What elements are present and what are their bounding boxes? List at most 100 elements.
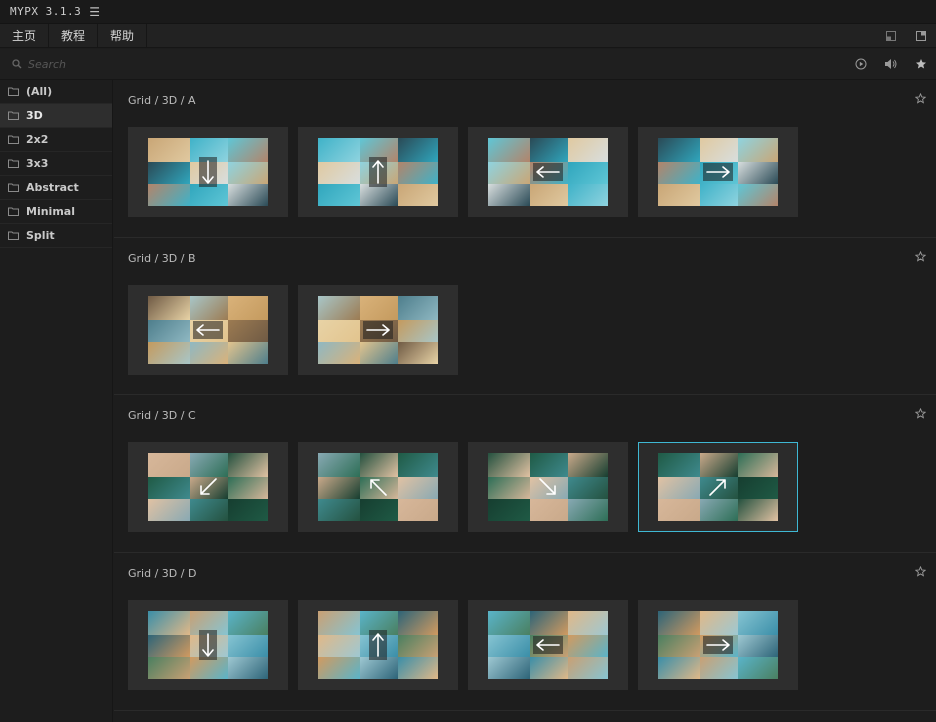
section-favorite-button[interactable] <box>914 250 927 265</box>
preset-thumbnail[interactable] <box>128 442 288 532</box>
preview-tile <box>228 499 268 521</box>
preview-tile <box>228 296 268 320</box>
preview-tile <box>228 635 268 657</box>
folder-icon <box>8 231 19 240</box>
preset-thumbnail[interactable] <box>638 600 798 690</box>
preset-thumbnail[interactable] <box>128 600 288 690</box>
preset-thumbnail[interactable] <box>638 127 798 217</box>
preview-tile <box>318 499 360 521</box>
preview-tile <box>738 184 778 206</box>
popout-panel-icon <box>916 30 926 41</box>
folder-icon <box>8 159 19 168</box>
preview-tile <box>228 138 268 162</box>
favorites-button[interactable] <box>906 49 936 79</box>
direction-overlay <box>533 636 563 654</box>
preview-image <box>658 611 778 679</box>
preset-browser: Grid / 3D / A Grid / 3D / B Grid / 3D / C G… <box>114 80 936 722</box>
preview-tile <box>398 184 438 206</box>
section-favorite-button[interactable] <box>914 407 927 422</box>
direction-overlay <box>703 163 733 181</box>
minimize-panel-icon <box>886 30 896 41</box>
preview-tile <box>228 657 268 679</box>
preset-section: Grid / 3D / C <box>114 395 936 553</box>
preview-image <box>488 453 608 521</box>
preset-thumbnail[interactable] <box>298 127 458 217</box>
preview-tile <box>318 657 360 679</box>
preset-thumbnail[interactable] <box>128 285 288 375</box>
preview-tile <box>700 499 738 521</box>
play-button[interactable] <box>846 49 876 79</box>
folder-icon <box>8 183 19 192</box>
search-icon <box>12 59 22 69</box>
sidebar-item-all[interactable]: (All) <box>0 80 112 104</box>
direction-overlay <box>193 321 223 339</box>
preview-tile <box>568 657 608 679</box>
direction-overlay <box>536 475 560 499</box>
sidebar-item-minimal[interactable]: Minimal <box>0 200 112 224</box>
preview-tile <box>658 138 700 162</box>
preview-tile <box>700 453 738 477</box>
direction-overlay <box>369 157 387 187</box>
section-favorite-button[interactable] <box>914 565 927 580</box>
direction-overlay <box>199 630 217 660</box>
star-outline-icon <box>914 565 927 577</box>
direction-overlay <box>369 630 387 660</box>
preset-thumbnail[interactable] <box>298 600 458 690</box>
menu-item-help[interactable]: 帮助 <box>98 24 148 47</box>
arrow-right-icon <box>366 324 390 336</box>
volume-button[interactable] <box>876 49 906 79</box>
preview-tile <box>568 635 608 657</box>
search-input[interactable] <box>28 57 328 71</box>
direction-overlay <box>533 163 563 181</box>
preview-tile <box>228 453 268 477</box>
preview-tile <box>148 635 190 657</box>
sidebar-item-abstract[interactable]: Abstract <box>0 176 112 200</box>
sidebar-item-3x3[interactable]: 3x3 <box>0 152 112 176</box>
preview-tile <box>568 453 608 477</box>
preview-tile <box>318 184 360 206</box>
preview-tile <box>148 296 190 320</box>
preview-tile <box>738 635 778 657</box>
preview-tile <box>148 499 190 521</box>
arrow-up-icon <box>372 633 384 657</box>
preview-tile <box>488 138 530 162</box>
arrow-right-icon <box>706 639 730 651</box>
sidebar-item-2x2[interactable]: 2x2 <box>0 128 112 152</box>
menu-item-tutorials[interactable]: 教程 <box>49 24 99 47</box>
popout-panel-button[interactable] <box>906 24 936 47</box>
preset-thumbnail[interactable] <box>468 442 628 532</box>
preset-thumbnail[interactable] <box>468 600 628 690</box>
preview-tile <box>530 499 568 521</box>
preview-tile <box>398 320 438 342</box>
preview-tile <box>360 342 398 364</box>
preview-image <box>318 453 438 521</box>
minimize-panel-button[interactable] <box>876 24 906 47</box>
preview-tile <box>568 611 608 635</box>
preset-thumbnail[interactable] <box>298 442 458 532</box>
preview-tile <box>530 184 568 206</box>
star-outline-icon <box>914 407 927 419</box>
direction-overlay <box>196 475 220 499</box>
preview-tile <box>738 138 778 162</box>
preview-tile <box>228 320 268 342</box>
section-favorite-button[interactable] <box>914 92 927 107</box>
preset-thumbnail[interactable] <box>298 285 458 375</box>
preset-thumbnail[interactable] <box>638 442 798 532</box>
preview-tile <box>488 453 530 477</box>
play-icon <box>855 58 867 70</box>
sidebar-item-3d[interactable]: 3D <box>0 104 112 128</box>
menu-item-home[interactable]: 主页 <box>0 24 50 47</box>
preview-tile <box>190 342 228 364</box>
preview-tile <box>318 477 360 499</box>
preset-thumbnail[interactable] <box>128 127 288 217</box>
direction-overlay <box>703 636 733 654</box>
preview-tile <box>228 342 268 364</box>
arrow-right-icon <box>706 166 730 178</box>
sidebar-item-split[interactable]: Split <box>0 224 112 248</box>
preview-tile <box>488 499 530 521</box>
hamburger-icon[interactable]: ☰ <box>89 5 100 19</box>
preset-thumbnail[interactable] <box>468 127 628 217</box>
preview-image <box>658 453 778 521</box>
preview-tile <box>738 453 778 477</box>
arrow-down-icon <box>202 160 214 184</box>
